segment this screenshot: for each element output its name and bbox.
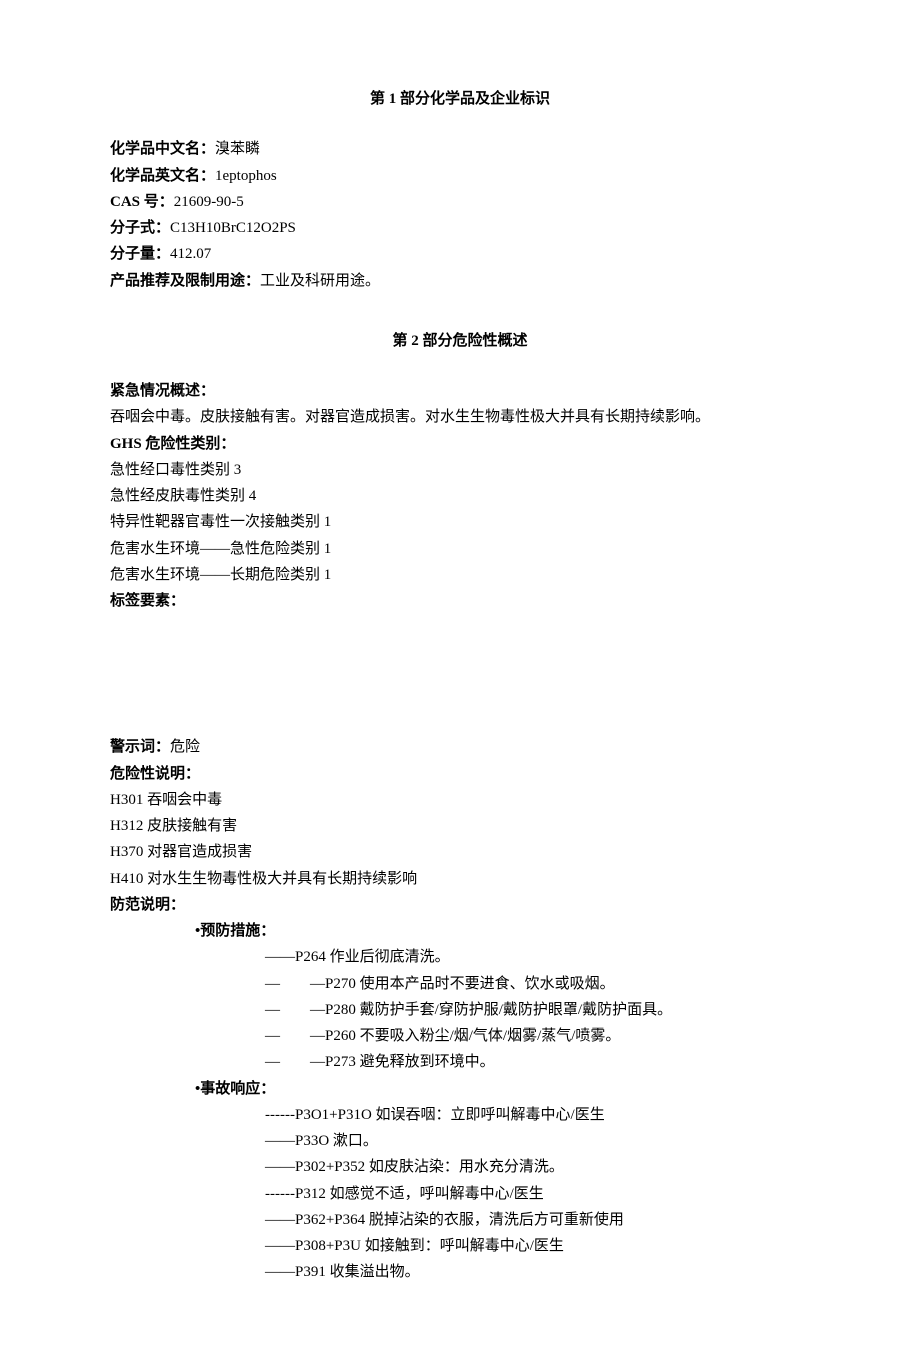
hazard-h312: H312 皮肤接触有害: [110, 813, 810, 839]
label-precaution: 防范说明：: [110, 897, 185, 913]
label-response: •事故响应：: [195, 1081, 275, 1097]
p308: ——P308+P3U 如接触到：呼叫解毒中心/医生: [110, 1233, 810, 1259]
value-weight: 412.07: [170, 246, 211, 262]
field-signal-word: 警示词：危险: [110, 734, 810, 760]
section-2-title: 第 2 部分危险性概述: [110, 328, 810, 354]
value-formula: C13H10BrC12O2PS: [170, 220, 296, 236]
pictogram-placeholder: [110, 614, 810, 734]
value-signal-word: 危险: [170, 739, 200, 755]
p260: — —P260 不要吸入粉尘/烟/气体/烟雾/蒸气/喷雾。: [110, 1023, 810, 1049]
field-cas: CAS 号：21609-90-5: [110, 189, 810, 215]
ghs-item-2: 急性经皮肤毒性类别 4: [110, 483, 810, 509]
label-cas: CAS 号：: [110, 194, 174, 210]
p301: ------P3O1+P31O 如误吞咽：立即呼叫解毒中心/医生: [110, 1102, 810, 1128]
p330: ——P33O 漱口。: [110, 1128, 810, 1154]
value-chinese-name: 溴苯瞵: [215, 141, 260, 157]
p362: ——P362+P364 脱掉沾染的衣服，清洗后方可重新使用: [110, 1207, 810, 1233]
ghs-item-4: 危害水生环境——急性危险类别 1: [110, 536, 810, 562]
ghs-item-5: 危害水生环境——长期危险类别 1: [110, 562, 810, 588]
p391: ——P391 收集溢出物。: [110, 1259, 810, 1285]
p264: ——P264 作业后彻底清洗。: [110, 944, 810, 970]
p312: ------P312 如感觉不适，呼叫解毒中心/医生: [110, 1181, 810, 1207]
p302: ——P302+P352 如皮肤沾染：用水充分清洗。: [110, 1154, 810, 1180]
ghs-item-3: 特异性靶器官毒性一次接触类别 1: [110, 509, 810, 535]
label-formula: 分子式：: [110, 220, 170, 236]
label-ghs: GHS 危险性类别：: [110, 436, 235, 452]
label-hazard: 危险性说明：: [110, 766, 200, 782]
p280: — —P280 戴防护手套/穿防护服/戴防护眼罩/戴防护面具。: [110, 997, 810, 1023]
label-emergency: 紧急情况概述：: [110, 383, 215, 399]
response-heading: •事故响应：: [110, 1076, 810, 1102]
label-label-elements: 标签要素：: [110, 593, 185, 609]
label-weight: 分子量：: [110, 246, 170, 262]
field-usage: 产品推荐及限制用途：工业及科研用途。: [110, 268, 810, 294]
field-english-name: 化学品英文名：1eptophos: [110, 163, 810, 189]
label-prevention: •预防措施：: [195, 923, 275, 939]
value-english-name: 1eptophos: [215, 168, 277, 184]
field-chinese-name: 化学品中文名：溴苯瞵: [110, 136, 810, 162]
hazard-h370: H370 对器官造成损害: [110, 839, 810, 865]
hazard-h410: H410 对水生生物毒性极大并具有长期持续影响: [110, 866, 810, 892]
field-weight: 分子量：412.07: [110, 241, 810, 267]
field-precaution: 防范说明：: [110, 892, 810, 918]
value-cas: 21609-90-5: [174, 194, 244, 210]
value-usage: 工业及科研用途。: [260, 273, 380, 289]
section-1-title: 第 1 部分化学品及企业标识: [110, 86, 810, 112]
field-hazard: 危险性说明：: [110, 761, 810, 787]
field-emergency: 紧急情况概述：: [110, 378, 810, 404]
field-ghs: GHS 危险性类别：: [110, 431, 810, 457]
hazard-h301: H301 吞咽会中毒: [110, 787, 810, 813]
field-label-elements: 标签要素：: [110, 588, 810, 614]
label-signal-word: 警示词：: [110, 739, 170, 755]
prevention-heading: •预防措施：: [110, 918, 810, 944]
label-chinese-name: 化学品中文名：: [110, 141, 215, 157]
value-emergency: 吞咽会中毒。皮肤接触有害。对器官造成损害。对水生生物毒性极大并具有长期持续影响。: [110, 404, 810, 430]
p273: — —P273 避免释放到环境中。: [110, 1049, 810, 1075]
ghs-item-1: 急性经口毒性类别 3: [110, 457, 810, 483]
p270: — —P270 使用本产品时不要进食、饮水或吸烟。: [110, 971, 810, 997]
label-usage: 产品推荐及限制用途：: [110, 273, 260, 289]
label-english-name: 化学品英文名：: [110, 168, 215, 184]
field-formula: 分子式：C13H10BrC12O2PS: [110, 215, 810, 241]
